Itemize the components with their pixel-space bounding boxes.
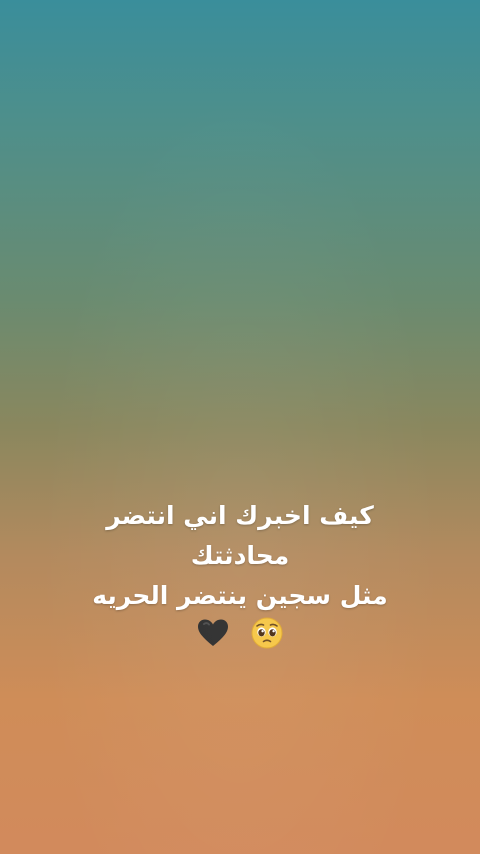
quote-line-2: محادثتك — [190, 541, 290, 570]
emoji-row — [0, 616, 480, 656]
black-heart-icon — [196, 617, 230, 661]
quote-text: كيف اخبرك اني انتضر محادثتك مثل سجين ينت… — [0, 496, 480, 656]
pleading-face-icon — [250, 616, 284, 662]
quote-line-3: مثل سجين ينتضر الحريه — [92, 581, 388, 610]
wallpaper-background: كيف اخبرك اني انتضر محادثتك مثل سجين ينت… — [0, 0, 480, 854]
quote-line-1: كيف اخبرك اني انتضر — [106, 501, 374, 530]
